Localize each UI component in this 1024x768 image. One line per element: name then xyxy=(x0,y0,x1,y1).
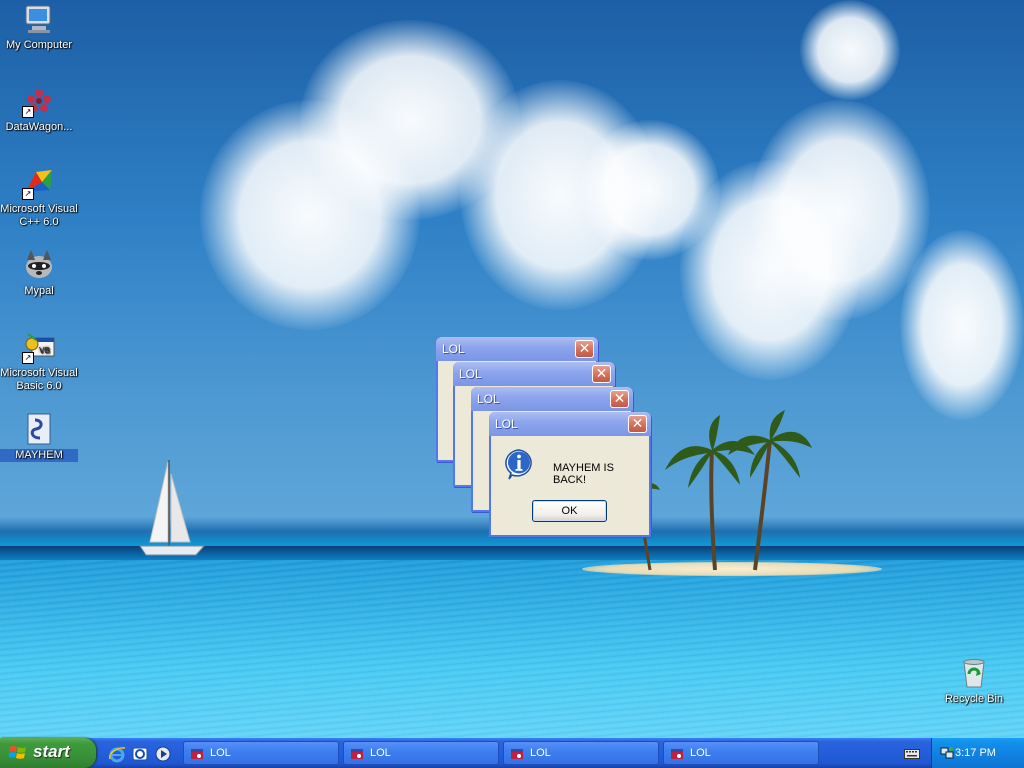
dialog-titlebar[interactable]: LOL ✕ xyxy=(436,337,598,361)
dialog-title: LOL xyxy=(459,367,482,381)
cloud xyxy=(800,0,900,100)
desktop-icon-label: Microsoft Visual C++ 6.0 xyxy=(0,203,78,228)
app-window-icon xyxy=(191,749,203,759)
start-label: start xyxy=(33,742,70,761)
sea xyxy=(0,560,1024,738)
close-button[interactable]: ✕ xyxy=(575,340,594,358)
dialog-title: LOL xyxy=(442,342,465,356)
windows-logo-icon xyxy=(9,745,26,759)
recycle-bin-icon xyxy=(957,656,991,690)
ok-button[interactable]: OK xyxy=(532,500,607,522)
taskbar-button-lol[interactable]: LOL xyxy=(343,741,499,765)
visual-cpp-icon: ↗ xyxy=(22,166,56,200)
desktop-icon-label: Recycle Bin xyxy=(944,693,1004,705)
message-dialog[interactable]: LOL ✕ MAYHEM IS BACK! OK xyxy=(489,412,651,537)
desktop-icon-recycle-bin[interactable]: Recycle Bin xyxy=(935,656,1013,706)
desktop-icon-label: MAYHEM xyxy=(0,449,78,462)
dialog-titlebar[interactable]: LOL ✕ xyxy=(453,362,615,386)
svg-text:VB: VB xyxy=(39,346,50,355)
taskbar-button-label: LOL xyxy=(690,747,711,759)
taskbar-button-label: LOL xyxy=(210,747,231,759)
desktop-icon-label: DataWagon... xyxy=(5,121,73,133)
close-button[interactable]: ✕ xyxy=(628,415,647,433)
shortcut-arrow-icon: ↗ xyxy=(22,352,34,364)
desktop-icon-label: Microsoft Visual Basic 6.0 xyxy=(0,367,78,392)
mypal-raccoon-icon xyxy=(22,248,56,282)
dialog-title: LOL xyxy=(495,417,518,431)
taskbar: start LOL LOL LOL LOL 3:17 PM xyxy=(0,738,1024,768)
desktop-icon-mayhem[interactable]: MAYHEM xyxy=(0,412,78,462)
desktop-icon-visual-cpp[interactable]: ↗ Microsoft Visual C++ 6.0 xyxy=(0,166,78,229)
taskbar-button-lol[interactable]: LOL xyxy=(183,741,339,765)
dialog-titlebar[interactable]: LOL ✕ xyxy=(489,412,651,436)
cloud xyxy=(900,230,1024,420)
desktop-icon-mypal[interactable]: Mypal xyxy=(0,248,78,298)
my-computer-icon xyxy=(22,2,56,36)
start-button[interactable]: start xyxy=(0,738,96,768)
dialog-message: MAYHEM IS BACK! xyxy=(553,462,614,486)
app-window-icon xyxy=(671,749,683,759)
taskbar-button-label: LOL xyxy=(530,747,551,759)
system-tray: 3:17 PM xyxy=(931,738,1024,768)
datawagon-icon: ↗ xyxy=(22,84,56,118)
clock[interactable]: 3:17 PM xyxy=(955,747,996,759)
visual-basic-icon: VB ↗ xyxy=(22,330,56,364)
keyboard-icon[interactable] xyxy=(904,747,920,759)
shortcut-arrow-icon: ↗ xyxy=(22,188,34,200)
sailboat-image xyxy=(139,460,206,556)
desktop-icon-label: My Computer xyxy=(5,39,73,51)
taskbar-button-lol[interactable]: LOL xyxy=(663,741,819,765)
dialog-body: MAYHEM IS BACK! OK xyxy=(491,436,649,537)
app-window-icon xyxy=(351,749,363,759)
shortcut-arrow-icon: ↗ xyxy=(22,106,34,118)
close-button[interactable]: ✕ xyxy=(592,365,611,383)
internet-explorer-icon[interactable] xyxy=(108,745,126,763)
script-file-icon xyxy=(22,412,56,446)
cloud xyxy=(750,100,930,320)
media-player-icon[interactable] xyxy=(154,745,172,763)
network-icon[interactable] xyxy=(940,746,954,760)
desktop-background: My Computer ↗ DataWagon... ↗ Microsoft V… xyxy=(0,0,1024,738)
taskbar-button-label: LOL xyxy=(370,747,391,759)
desktop-icon-datawagon[interactable]: ↗ DataWagon... xyxy=(0,84,78,134)
desktop-icon-my-computer[interactable]: My Computer xyxy=(0,2,78,52)
info-icon xyxy=(505,449,532,480)
taskbar-button-lol[interactable]: LOL xyxy=(503,741,659,765)
desktop-icon-visual-basic[interactable]: VB ↗ Microsoft Visual Basic 6.0 xyxy=(0,330,78,393)
dialog-titlebar[interactable]: LOL ✕ xyxy=(471,387,633,411)
desktop-icon-label: Mypal xyxy=(24,285,54,297)
dialog-title: LOL xyxy=(477,392,500,406)
outlook-express-icon[interactable] xyxy=(131,745,149,763)
app-window-icon xyxy=(511,749,523,759)
close-button[interactable]: ✕ xyxy=(610,390,629,408)
